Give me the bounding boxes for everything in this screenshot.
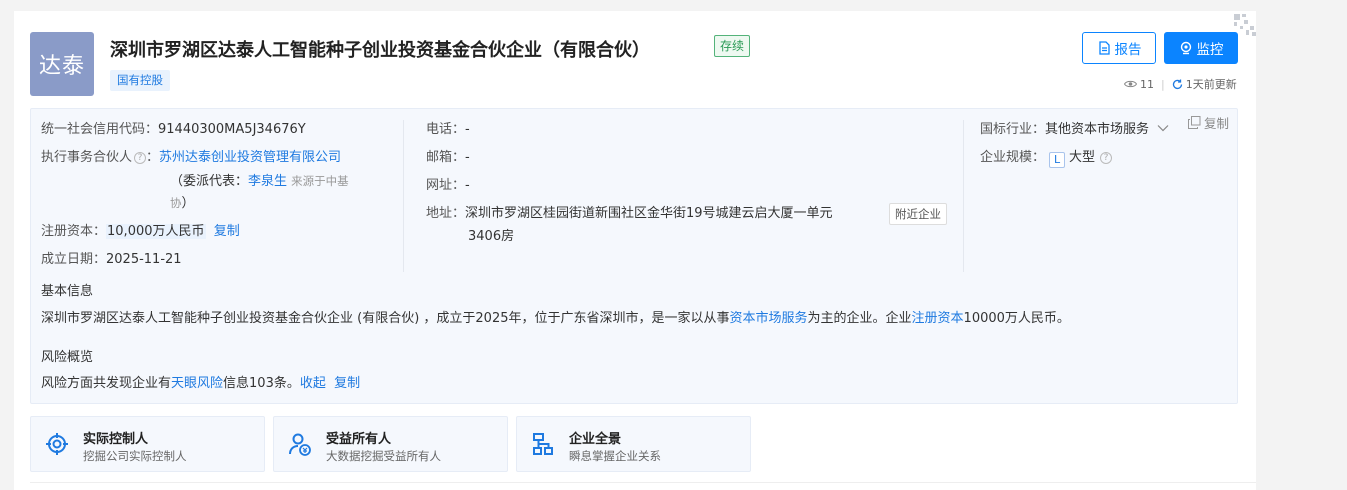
website-row: 网址：- [426, 177, 470, 195]
report-button-label: 报告 [1114, 42, 1142, 58]
beneficiary-icon [289, 433, 311, 456]
delegate-row-2: 协） [170, 194, 195, 213]
page-meta: 11 | 1天前更新 [1124, 76, 1237, 92]
feature-title: 企业全景 [569, 432, 622, 447]
scale-badge: L [1049, 152, 1066, 168]
scale-value: 大型 [1069, 150, 1096, 165]
column-divider [963, 120, 964, 272]
capital-label: 注册资本： [41, 224, 107, 239]
credit-code-value[interactable]: 91440300MA5J34676Y [158, 122, 306, 137]
capital-row: 注册资本：10,000万人民币 复制 [41, 223, 240, 241]
eye-icon [1124, 80, 1137, 88]
feature-subtitle: 挖掘公司实际控制人 [83, 449, 187, 463]
copy-icon [1188, 116, 1201, 129]
phone-row: 电话：- [426, 121, 470, 139]
ownership-tag[interactable]: 国有控股 [110, 70, 170, 91]
feature-subtitle: 瞬息掌握企业关系 [569, 449, 661, 463]
feature-title: 实际控制人 [83, 432, 149, 447]
credit-code-row: 统一社会信用代码：91440300MA5J34676Y [41, 121, 306, 139]
basic-info-text-2: 为主的企业。企业 [807, 311, 912, 326]
industry-link[interactable]: 资本市场服务 [730, 311, 808, 326]
phone-label: 电话： [426, 122, 466, 137]
delegate-suffix: ） [181, 196, 195, 211]
monitor-icon [1180, 41, 1191, 55]
email-label: 邮箱： [426, 150, 466, 165]
view-count: 11 [1140, 77, 1154, 91]
feature-subtitle: 大数据挖掘受益所有人 [326, 449, 441, 463]
delegate-link[interactable]: 李泉生 [248, 174, 287, 189]
enterprise-panorama-card[interactable]: 企业全景 瞬息掌握企业关系 [516, 416, 751, 472]
email-value: - [465, 150, 470, 165]
delegate-source: 来源于中基 [291, 174, 349, 188]
established-row: 成立日期：2025-11-21 [41, 251, 182, 269]
company-name: 深圳市罗湖区达泰人工智能种子创业投资基金合伙企业（有限合伙） [110, 40, 650, 61]
help-icon[interactable]: ? [134, 152, 147, 164]
meta-divider: | [1161, 77, 1165, 91]
basic-info-text-3: 10000万人民币。 [963, 311, 1070, 326]
partner-link[interactable]: 苏州达泰创业投资管理有限公司 [159, 150, 341, 165]
established-label: 成立日期： [41, 252, 107, 267]
capital-copy-link[interactable]: 复制 [214, 224, 240, 239]
partner-label: 执行事务合伙人 [41, 150, 133, 165]
capital-value[interactable]: 10,000万人民币 [106, 224, 206, 239]
delegate-row: （委派代表：李泉生 来源于中基 [170, 172, 349, 191]
risk-text: 风险方面共发现企业有天眼风险信息103条。收起 复制 [41, 375, 360, 393]
document-icon [1098, 41, 1110, 55]
org-chart-icon [533, 433, 553, 455]
target-icon [46, 433, 68, 455]
capital-link[interactable]: 注册资本 [912, 311, 964, 326]
partner-row: 执行事务合伙人? ：苏州达泰创业投资管理有限公司 [41, 149, 341, 167]
risk-link[interactable]: 天眼风险 [171, 376, 223, 391]
industry-row: 国标行业：其他资本市场服务 [980, 121, 1169, 139]
credit-code-label: 统一社会信用代码： [41, 122, 159, 137]
address-row-2: 3406房 [468, 228, 514, 246]
divider [30, 482, 1256, 483]
risk-text-2: 信息103条。 [223, 376, 300, 391]
industry-label: 国标行业： [980, 122, 1046, 137]
nearby-companies-button[interactable]: 附近企业 [889, 203, 947, 225]
address-label: 地址： [426, 206, 466, 221]
scale-row: 企业规模： L 大型? [980, 149, 1113, 168]
risk-overview-title: 风险概览 [41, 350, 94, 365]
column-divider [403, 120, 404, 272]
beneficiary-card[interactable]: 受益所有人 大数据挖掘受益所有人 [273, 416, 508, 472]
partner-colon: ： [146, 150, 160, 165]
collapse-link[interactable]: 收起 [300, 376, 326, 391]
basic-info-title: 基本信息 [41, 284, 94, 299]
basic-info-text-1: 深圳市罗湖区达泰人工智能种子创业投资基金合伙企业 (有限合伙) ，成立于2025… [41, 311, 730, 326]
delegate-source-end: 协 [170, 196, 182, 210]
website-label: 网址： [426, 178, 466, 193]
copy-info-label: 复制 [1204, 116, 1230, 131]
company-logo: 达泰 [30, 32, 94, 96]
refresh-icon[interactable] [1172, 79, 1183, 90]
actual-controller-card[interactable]: 实际控制人 挖掘公司实际控制人 [30, 416, 265, 472]
feature-title: 受益所有人 [326, 432, 392, 447]
monitor-button-label: 监控 [1196, 42, 1224, 58]
website-value: - [465, 178, 470, 193]
risk-text-1: 风险方面共发现企业有 [41, 376, 172, 391]
chevron-down-icon[interactable] [1157, 124, 1169, 132]
basic-info-text: 深圳市罗湖区达泰人工智能种子创业投资基金合伙企业 (有限合伙) ，成立于2025… [41, 310, 1070, 328]
update-time: 1天前更新 [1185, 78, 1237, 91]
copy-info-button[interactable]: 复制 [1188, 113, 1229, 132]
address-row: 地址：深圳市罗湖区桂园街道新围社区金华街19号城建云启大厦一单元 [426, 205, 833, 223]
monitor-button[interactable]: 监控 [1164, 32, 1238, 64]
status-badge: 存续 [714, 35, 751, 57]
email-row: 邮箱：- [426, 149, 470, 167]
industry-value[interactable]: 其他资本市场服务 [1045, 122, 1149, 137]
delegate-prefix: （委派代表： [170, 174, 249, 189]
address-value: 深圳市罗湖区桂园街道新围社区金华街19号城建云启大厦一单元 [465, 206, 833, 221]
scale-label: 企业规模： [980, 150, 1046, 165]
phone-value: - [465, 122, 470, 137]
report-button[interactable]: 报告 [1082, 32, 1156, 64]
risk-copy-link[interactable]: 复制 [334, 376, 360, 391]
established-value: 2025-11-21 [106, 252, 182, 267]
address-value-2: 3406房 [468, 229, 515, 244]
help-icon[interactable]: ? [1100, 152, 1113, 164]
